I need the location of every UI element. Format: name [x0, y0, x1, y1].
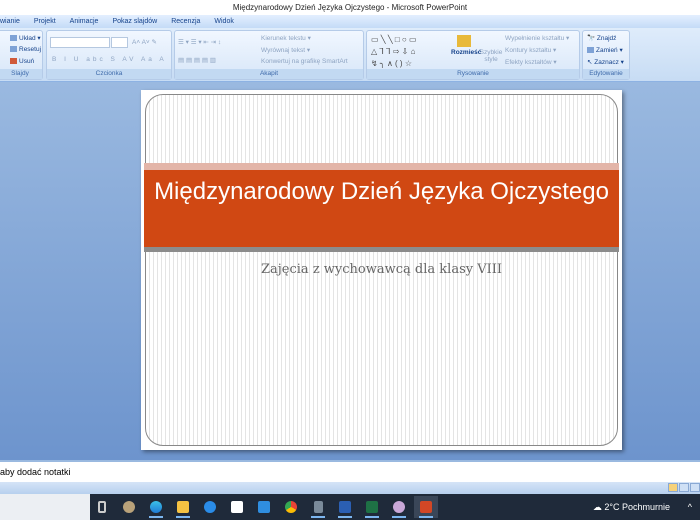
shapes-gallery[interactable]: ▭ ╲ ╲ □ ○ ▭ △ ⅂ ⅂ ⇨ ⇩ ⌂ ↯ ╮ ∧ ( ) ☆	[371, 34, 417, 70]
list-buttons[interactable]: ☰ ▾ ☰ ▾ ⇤ ⇥ ↕	[178, 38, 221, 46]
znajdz-button[interactable]: 🔭 Znajdź	[587, 34, 616, 42]
kontury-button[interactable]: Kontury kształtu ▾	[505, 46, 556, 54]
accent-band-bottom	[144, 247, 619, 252]
normal-view-icon[interactable]	[668, 483, 678, 492]
slide-subtitle[interactable]: Zajęcia z wychowawcą dla klasy VIII	[141, 262, 622, 277]
tab-projekt[interactable]: Projekt	[34, 15, 56, 28]
kierunek-tekstu-button[interactable]: Kierunek tekstu ▾	[261, 34, 311, 42]
ribbon: Układ ▾ Resetuj Usuń Slajdy A˄ A˅ ✎ B I …	[0, 28, 700, 82]
taskbar: ☁ 2°C Pochmurnie ^	[0, 494, 700, 520]
konwertuj-smartart-button[interactable]: Konwertuj na grafikę SmartArt	[261, 58, 348, 65]
group-label: Czcionka	[47, 69, 171, 79]
font-size-input[interactable]	[111, 37, 128, 48]
wyrownaj-tekst-button[interactable]: Wyrównaj tekst ▾	[261, 46, 310, 54]
media-app-icon[interactable]	[117, 496, 141, 518]
font-name-input[interactable]	[50, 37, 110, 48]
title-bar: Międzynarodowy Dzień Języka Ojczystego -…	[0, 0, 700, 15]
sorter-view-icon[interactable]	[679, 483, 689, 492]
ribbon-tabs: wianie Projekt Animacje Pokaz slajdów Re…	[0, 15, 700, 28]
group-rysowanie: ▭ ╲ ╲ □ ○ ▭ △ ⅂ ⅂ ⇨ ⇩ ⌂ ↯ ╮ ∧ ( ) ☆ Rozmie…	[366, 30, 580, 80]
word-icon[interactable]	[333, 496, 357, 518]
tab-pokaz-slajdow[interactable]: Pokaz slajdów	[112, 15, 157, 28]
group-edytowanie: 🔭 Znajdź Zamień ▾ ↖ Zaznacz ▾ Edytowanie	[582, 30, 630, 80]
resetuj-button[interactable]: Resetuj	[10, 46, 41, 53]
reset-icon	[10, 46, 17, 53]
calculator-icon[interactable]	[306, 496, 330, 518]
group-akapit: ☰ ▾ ☰ ▾ ⇤ ⇥ ↕ ▤ ▤ ▤ ▤ ▥ Kierunek tekstu …	[174, 30, 364, 80]
zamien-button[interactable]: Zamień ▾	[587, 46, 623, 54]
font-format-buttons[interactable]: B I U abc S AV Aa A	[52, 56, 167, 63]
mail-icon[interactable]	[252, 496, 276, 518]
group-label: Rysowanie	[367, 69, 579, 79]
group-czcionka: A˄ A˅ ✎ B I U abc S AV Aa A Czcionka	[46, 30, 172, 80]
efekty-button[interactable]: Efekty kształtów ▾	[505, 58, 557, 66]
chrome-icon[interactable]	[279, 496, 303, 518]
cursor-icon: ↖	[587, 59, 593, 66]
group-label: Edytowanie	[583, 69, 629, 79]
font-grow-shrink-buttons[interactable]: A˄ A˅ ✎	[132, 38, 157, 46]
tab-start-partial[interactable]: wianie	[0, 15, 20, 28]
slide-title[interactable]: Międzynarodowy Dzień Języka Ojczystego	[144, 170, 619, 247]
slide[interactable]: Międzynarodowy Dzień Języka Ojczystego Z…	[141, 90, 622, 450]
arrange-icon	[457, 35, 471, 47]
rozmiesc-button[interactable]: Rozmieść	[451, 35, 481, 56]
weather-widget[interactable]: ☁ 2°C Pochmurnie	[593, 494, 670, 520]
status-bar	[0, 482, 700, 494]
uklad-button[interactable]: Układ ▾	[10, 34, 41, 42]
tray-chevron-icon[interactable]: ^	[688, 494, 692, 520]
tab-widok[interactable]: Widok	[214, 15, 233, 28]
file-explorer-icon[interactable]	[171, 496, 195, 518]
app-blue-icon[interactable]	[198, 496, 222, 518]
wypelnienie-button[interactable]: Wypełnienie kształtu ▾	[505, 34, 569, 42]
szybkie-style-button[interactable]: Szybkie style	[479, 49, 503, 63]
group-label: Akapit	[175, 69, 363, 79]
accent-band-top	[144, 163, 619, 170]
group-label: Slajdy	[0, 69, 42, 79]
cloud-icon: ☁	[592, 502, 602, 512]
edge-icon[interactable]	[144, 496, 168, 518]
replace-icon	[587, 47, 594, 54]
notes-pane[interactable]: aby dodać notatki	[0, 460, 700, 482]
align-buttons[interactable]: ▤ ▤ ▤ ▤ ▥	[178, 56, 216, 64]
delete-icon	[10, 58, 17, 65]
paint-app-icon[interactable]	[387, 496, 411, 518]
excel-icon[interactable]	[360, 496, 384, 518]
usun-button[interactable]: Usuń	[10, 58, 34, 65]
task-view-icon[interactable]	[90, 496, 114, 518]
group-slajdy: Układ ▾ Resetuj Usuń Slajdy	[0, 30, 43, 80]
tab-animacje[interactable]: Animacje	[70, 15, 99, 28]
store-icon[interactable]	[225, 496, 249, 518]
tab-recenzja[interactable]: Recenzja	[171, 15, 200, 28]
layout-icon	[10, 35, 17, 42]
slideshow-view-icon[interactable]	[690, 483, 700, 492]
binoculars-icon: 🔭	[587, 35, 596, 42]
zaznacz-button[interactable]: ↖ Zaznacz ▾	[587, 58, 624, 66]
view-buttons	[668, 483, 700, 492]
powerpoint-icon[interactable]	[414, 496, 438, 518]
